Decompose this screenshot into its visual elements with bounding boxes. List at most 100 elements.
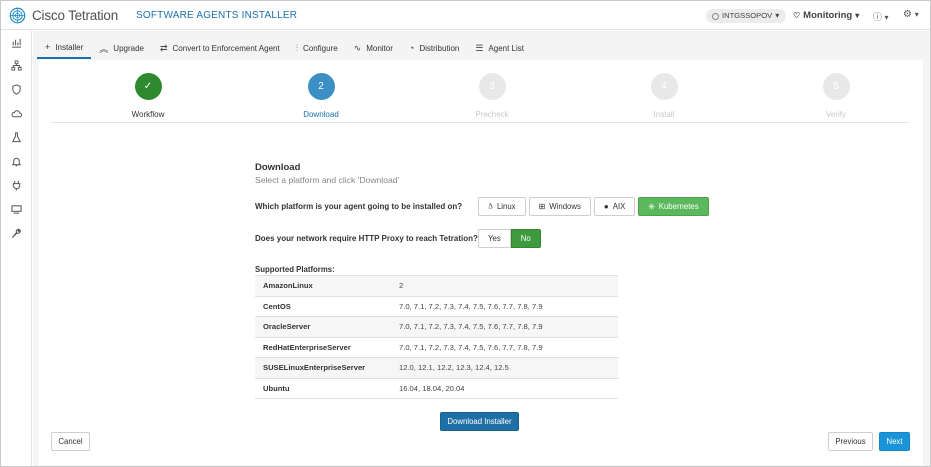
platform-selector: 🐧︎ Linux ⊞ Windows ● AIX ⎈ Kubernetes	[478, 197, 709, 216]
linux-icon: 🐧︎	[488, 201, 493, 211]
platform-name: OracleServer	[255, 316, 399, 337]
sidebar	[1, 31, 32, 466]
tab-installer[interactable]: + Installer	[37, 37, 92, 59]
pie-chart-icon: ◔	[408, 43, 415, 53]
step-label: Download	[303, 110, 339, 119]
proxy-question: Does your network require HTTP Proxy to …	[255, 234, 478, 243]
tab-configure[interactable]: ⫶ Configure	[288, 37, 346, 59]
wizard-stepper: ✓ Workflow 2 Download 3 Precheck 4 Insta…	[51, 60, 909, 123]
platform-windows-button[interactable]: ⊞ Windows	[528, 197, 591, 216]
tab-distribution[interactable]: ◔ Distribution	[401, 37, 467, 59]
platform-name: CentOS	[255, 295, 399, 317]
proxy-no-button[interactable]: No	[510, 229, 541, 248]
page-title: SOFTWARE AGENTS INSTALLER	[136, 10, 298, 21]
arrows-exchange-icon: ⇄	[159, 42, 168, 53]
platform-label: Linux	[496, 202, 516, 211]
dashboard-icon[interactable]	[11, 37, 22, 48]
tab-label: Monitor	[366, 43, 393, 53]
table-row: CentOS 7.0, 7.1, 7.2, 7.3, 7.4, 7.5, 7.6…	[255, 295, 618, 317]
step-label: Install	[653, 110, 675, 119]
pulse-icon: ∿	[353, 42, 362, 53]
help-menu[interactable]: ⓘ ▾	[873, 10, 889, 23]
brand-name: Cisco Tetration	[32, 8, 119, 23]
heart-icon: ♡	[793, 10, 801, 20]
cancel-button[interactable]: Cancel	[51, 432, 90, 451]
settings-menu[interactable]: ⚙ ▾	[903, 9, 919, 20]
table-row: AmazonLinux 2	[255, 275, 618, 296]
step-workflow[interactable]: ✓ Workflow	[98, 73, 198, 119]
step-label: Precheck	[475, 110, 509, 119]
platform-label: Windows	[549, 202, 581, 211]
section-title: Download	[255, 162, 301, 173]
step-check-icon: ✓	[134, 73, 162, 100]
question-circle-icon: ⓘ	[873, 12, 883, 22]
tetration-logo-icon	[9, 7, 26, 24]
chevron-down-icon: ▾	[914, 10, 919, 19]
supported-platforms-table: AmazonLinux 2 CentOS 7.0, 7.1, 7.2, 7.3,…	[255, 275, 618, 399]
platform-versions: 7.0, 7.1, 7.2, 7.3, 7.4, 7.5, 7.6, 7.7, …	[399, 336, 618, 358]
step-number: 3	[478, 73, 506, 100]
chevron-down-icon: ▾	[775, 11, 780, 20]
bell-icon[interactable]	[11, 156, 22, 167]
platform-aix-button[interactable]: ● AIX	[593, 197, 636, 216]
windows-icon: ⊞	[538, 201, 546, 211]
table-row: OracleServer 7.0, 7.1, 7.2, 7.3, 7.4, 7.…	[255, 316, 618, 337]
platform-versions: 7.0, 7.1, 7.2, 7.3, 7.4, 7.5, 7.6, 7.7, …	[399, 316, 618, 337]
step-label: Verify	[825, 110, 846, 119]
monitoring-label: Monitoring	[803, 10, 853, 21]
proxy-yes-button[interactable]: Yes	[478, 229, 511, 248]
double-chevron-up-icon: ︽	[99, 43, 109, 54]
tab-bar: + Installer ︽ Upgrade ⇄ Convert to Enfor…	[37, 37, 532, 59]
chevron-down-icon: ▾	[884, 13, 889, 22]
table-row: SUSELinuxEnterpriseServer 12.0, 12.1, 12…	[255, 357, 618, 378]
step-verify: 5 Verify	[786, 73, 886, 119]
next-button[interactable]: Next	[879, 432, 910, 451]
platform-kubernetes-button[interactable]: ⎈ Kubernetes	[638, 197, 709, 216]
gear-icon: ⚙	[903, 9, 912, 20]
tab-convert-to-enforcement-agent[interactable]: ⇄ Convert to Enforcement Agent	[152, 37, 288, 59]
tenant-label: INTGSSOPOV	[722, 11, 773, 20]
platform-name: AmazonLinux	[255, 275, 399, 296]
step-precheck: 3 Precheck	[442, 73, 542, 119]
proxy-toggle: Yes No	[478, 229, 541, 248]
tab-label: Convert to Enforcement Agent	[172, 43, 280, 53]
tenant-selector[interactable]: INTGSSOPOV ▾	[706, 9, 787, 23]
top-bar: Cisco Tetration SOFTWARE AGENTS INSTALLE…	[1, 1, 930, 30]
platform-name: RedHatEnterpriseServer	[255, 336, 399, 358]
tab-label: Installer	[55, 42, 84, 52]
download-installer-button[interactable]: Download Installer	[440, 412, 519, 431]
table-row: Ubuntu 16.04, 18.04, 20.04	[255, 377, 618, 399]
step-number: 5	[822, 73, 850, 100]
step-number: 4	[650, 73, 678, 100]
topology-icon[interactable]	[11, 60, 22, 71]
cloud-icon[interactable]	[11, 108, 22, 119]
shield-icon[interactable]	[11, 84, 22, 95]
previous-button[interactable]: Previous	[828, 432, 873, 451]
tab-label: Configure	[302, 43, 338, 53]
tab-agent-list[interactable]: ☰ Agent List	[467, 37, 532, 59]
platform-name: SUSELinuxEnterpriseServer	[255, 357, 399, 378]
section-subtitle: Select a platform and click 'Download'	[255, 175, 400, 185]
monitoring-menu[interactable]: ♡ Monitoring ▾	[793, 10, 859, 21]
step-download[interactable]: 2 Download	[271, 73, 371, 119]
wrench-icon[interactable]	[11, 228, 22, 239]
flask-icon[interactable]	[11, 132, 22, 143]
supported-platforms-label: Supported Platforms:	[255, 265, 335, 274]
server-icon[interactable]	[11, 204, 22, 215]
step-install: 4 Install	[614, 73, 714, 119]
kubernetes-icon: ⎈	[648, 201, 655, 211]
chevron-down-icon: ▾	[855, 10, 860, 20]
platform-question: Which platform is your agent going to be…	[255, 202, 463, 211]
platform-label: Kubernetes	[658, 202, 699, 211]
aix-icon: ●	[603, 201, 609, 211]
table-row: RedHatEnterpriseServer 7.0, 7.1, 7.2, 7.…	[255, 336, 618, 358]
tab-upgrade[interactable]: ︽ Upgrade	[91, 37, 152, 59]
platform-linux-button[interactable]: 🐧︎ Linux	[478, 197, 526, 216]
plug-icon[interactable]	[11, 180, 22, 191]
sliders-icon: ⫶	[295, 42, 298, 53]
plus-icon: +	[45, 42, 51, 52]
platform-versions: 16.04, 18.04, 20.04	[399, 377, 618, 399]
platform-versions: 2	[399, 275, 618, 296]
tab-monitor[interactable]: ∿ Monitor	[346, 37, 401, 59]
platform-versions: 7.0, 7.1, 7.2, 7.3, 7.4, 7.5, 7.6, 7.7, …	[399, 295, 618, 317]
